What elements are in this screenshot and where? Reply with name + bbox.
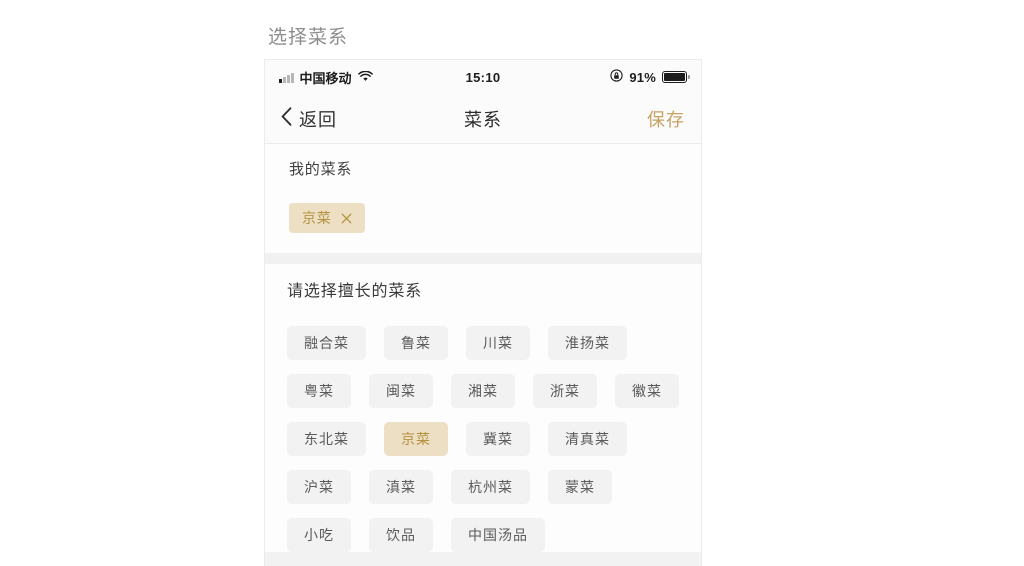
close-icon[interactable] (341, 212, 353, 224)
cuisine-option-grid: 融合菜 鲁菜 川菜 淮扬菜粤菜 闽菜 湘菜 浙菜 徽菜东北菜 京菜 冀菜 清真菜沪菜 滇菜 杭州菜 蒙菜小… (287, 326, 679, 552)
cuisine-option[interactable]: 闽菜 (369, 374, 433, 408)
cuisine-option[interactable]: 浙菜 (533, 374, 597, 408)
choose-cuisines-title: 请选择擅长的菜系 (287, 283, 423, 300)
status-bar-time: 15:10 (465, 69, 501, 85)
cuisine-option[interactable]: 清真菜 (548, 422, 627, 456)
phone-frame: 中国移动 15:10 91% 返回 菜系 保存 我的菜系 京菜 请选择擅长的菜系… (265, 60, 701, 566)
battery-full-icon (662, 71, 690, 83)
content-area[interactable]: 我的菜系 京菜 请选择擅长的菜系 融合菜 鲁菜 川菜 淮扬菜粤菜 闽菜 湘菜 浙菜 徽菜东北菜… (265, 144, 701, 566)
cuisine-option[interactable]: 粤菜 (287, 374, 351, 408)
back-button-label: 返回 (299, 109, 337, 130)
cuisine-option[interactable]: 杭州菜 (451, 470, 530, 504)
cuisine-option[interactable]: 融合菜 (287, 326, 366, 360)
choose-cuisines-section: 请选择擅长的菜系 融合菜 鲁菜 川菜 淮扬菜粤菜 闽菜 湘菜 浙菜 徽菜东北菜 京菜 冀菜 清真菜沪… (265, 264, 701, 552)
back-button[interactable]: 返回 (281, 106, 337, 132)
battery-percent-label: 91% (629, 69, 656, 85)
cuisine-option[interactable]: 中国汤品 (451, 518, 545, 552)
cuisine-option[interactable]: 东北菜 (287, 422, 366, 456)
save-button[interactable]: 保存 (647, 106, 685, 132)
page-title: 选择菜系 (268, 27, 349, 48)
signal-bars-icon (279, 72, 294, 83)
my-cuisine-chip[interactable]: 京菜 (289, 203, 365, 233)
nav-bar: 返回 菜系 保存 (265, 94, 701, 144)
cuisine-option[interactable]: 湘菜 (451, 374, 515, 408)
status-bar: 中国移动 15:10 91% (265, 60, 701, 94)
cuisine-option[interactable]: 徽菜 (615, 374, 679, 408)
section-divider (265, 253, 701, 264)
cuisine-option[interactable]: 蒙菜 (548, 470, 612, 504)
cuisine-option[interactable]: 冀菜 (466, 422, 530, 456)
cuisine-option[interactable]: 京菜 (384, 422, 448, 456)
status-bar-right: 91% (500, 69, 690, 85)
my-cuisines-title: 我的菜系 (289, 161, 353, 178)
cuisine-option[interactable]: 淮扬菜 (548, 326, 627, 360)
cuisine-option[interactable]: 饮品 (369, 518, 433, 552)
cuisine-option[interactable]: 川菜 (466, 326, 530, 360)
chevron-left-icon (281, 106, 292, 131)
cuisine-option[interactable]: 沪菜 (287, 470, 351, 504)
status-bar-left: 中国移动 (279, 68, 466, 87)
cuisine-option[interactable]: 鲁菜 (384, 326, 448, 360)
my-cuisines-chip-list: 京菜 (289, 203, 677, 233)
carrier-label: 中国移动 (299, 70, 352, 86)
my-cuisines-section: 我的菜系 京菜 (265, 144, 701, 253)
cuisine-option[interactable]: 小吃 (287, 518, 351, 552)
rotation-lock-icon (610, 69, 624, 85)
cuisine-option[interactable]: 滇菜 (369, 470, 433, 504)
my-cuisine-chip-label: 京菜 (302, 210, 332, 226)
wifi-icon (357, 70, 373, 85)
